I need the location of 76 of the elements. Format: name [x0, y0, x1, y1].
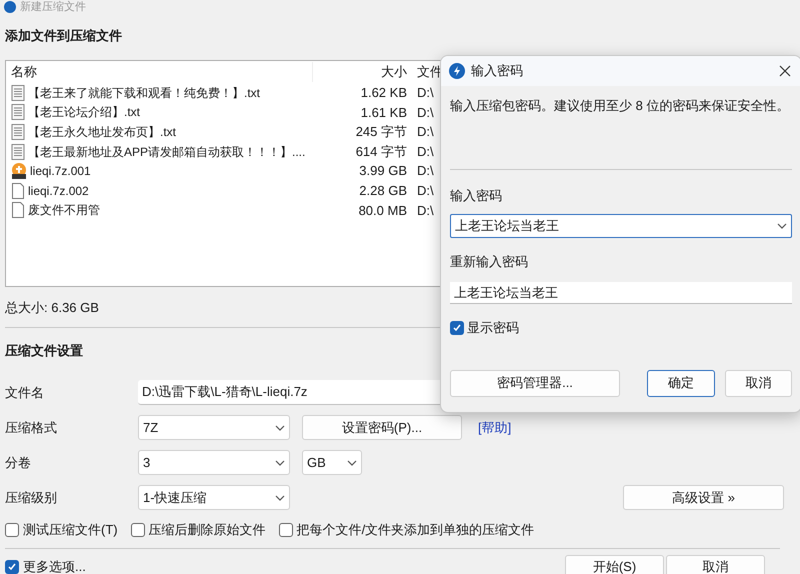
file-path: D:\ [416, 84, 434, 102]
checkbox[interactable] [130, 523, 145, 537]
cancel-button[interactable]: 取消 [666, 554, 765, 574]
file-path: D:\ [416, 162, 434, 180]
close-icon[interactable] [777, 63, 793, 79]
total-size: 总大小: 6.36 GB [5, 299, 100, 317]
help-link[interactable]: [帮助] [478, 418, 512, 438]
password-field[interactable]: 上老王论坛当老王 [450, 214, 792, 238]
field-label: 文件名 [5, 384, 45, 402]
file-size: 80.0 MB [358, 202, 408, 220]
window-title: 新建压缩文件 [20, 2, 86, 12]
file-name: 【老王最新地址及APP请发邮箱自动获取！！！】.... [28, 144, 306, 161]
dialog-button[interactable]: 取消 [724, 370, 792, 396]
app-icon [4, 1, 16, 13]
file-path: D:\ [416, 104, 434, 122]
dialog-description: 输入压缩包密码。建议使用至少 8 位的密码来保证安全性。 [450, 97, 790, 115]
column-header[interactable]: 大小 [313, 62, 411, 82]
checkbox[interactable] [5, 560, 19, 574]
start-button[interactable]: 开始(S) [565, 554, 664, 574]
dialog-button[interactable]: 确定 [647, 370, 714, 396]
section-heading: 压缩文件设置 [5, 342, 84, 360]
file-size: 245 字节 [354, 123, 408, 142]
checkbox-label: 显示密码 [467, 319, 519, 337]
text-file-icon [11, 84, 25, 101]
field-label: 分卷 [5, 454, 32, 472]
password-manager-button[interactable]: 密码管理器... [450, 370, 620, 396]
text-file-icon [11, 144, 25, 160]
dropdown[interactable]: 3 [138, 450, 290, 475]
checkmark-icon [452, 322, 462, 333]
file-name: lieqi.7z.002 [28, 182, 89, 200]
file-path: D:\ [416, 123, 434, 142]
field-label: 压缩级别 [5, 488, 58, 507]
checkbox[interactable] [450, 320, 464, 335]
checkmark-icon [7, 562, 17, 572]
file-name: 【老王论坛介绍】.txt [28, 104, 140, 122]
text-file-icon [11, 124, 25, 140]
checkbox[interactable] [278, 523, 293, 537]
checkbox-label: 测试压缩文件(T) [23, 521, 118, 540]
file-path: D:\ [416, 182, 434, 200]
chevron-icon [347, 460, 357, 466]
lightning-icon [449, 63, 465, 79]
dialog-title: 输入密码 [471, 62, 524, 80]
file-name: lieqi.7z.001 [30, 163, 91, 180]
confirm-password-field[interactable]: 上老王论坛当老王 [450, 282, 792, 304]
column-header[interactable]: 名称 [6, 62, 313, 82]
checkbox-label: 把每个文件/文件夹添加到单独的压缩文件 [296, 521, 534, 540]
advanced-settings-button[interactable]: 高级设置 » [623, 485, 784, 510]
chevron-icon [275, 494, 285, 500]
file-name: 废文件不用管 [28, 202, 100, 220]
archive-icon [11, 163, 27, 180]
chevron-icon [275, 424, 285, 430]
section-heading: 添加文件到压缩文件 [5, 27, 123, 45]
checkbox[interactable] [5, 523, 19, 537]
field-label: 重新输入密码 [450, 253, 529, 271]
text-file-icon [11, 104, 25, 120]
file-icon [11, 202, 25, 218]
field-label: 压缩格式 [5, 418, 58, 437]
field-label: 输入密码 [450, 187, 503, 205]
file-size: 1.62 KB [360, 84, 408, 102]
file-path: D:\ [416, 202, 434, 220]
file-path: D:\ [416, 142, 434, 161]
file-name: 【老王来了就能下载和观看！纯免费！】.txt [28, 84, 260, 102]
checkbox-label: 压缩后删除原始文件 [148, 521, 266, 540]
chevron-icon [777, 223, 787, 229]
file-icon [11, 182, 25, 199]
checkbox-label: 更多选项... [23, 558, 86, 574]
chevron-icon [275, 460, 285, 466]
dropdown[interactable]: GB [302, 450, 362, 475]
dropdown[interactable]: 7Z [138, 415, 290, 440]
file-size: 3.99 GB [358, 162, 408, 180]
file-size: 614 字节 [354, 142, 408, 161]
file-name: 【老王永久地址发布页】.txt [28, 124, 176, 141]
set-password-button[interactable]: 设置密码(P)... [302, 415, 462, 440]
file-size: 1.61 KB [360, 104, 408, 122]
dropdown[interactable]: 1-快速压缩 [138, 485, 290, 510]
file-size: 2.28 GB [358, 182, 408, 200]
